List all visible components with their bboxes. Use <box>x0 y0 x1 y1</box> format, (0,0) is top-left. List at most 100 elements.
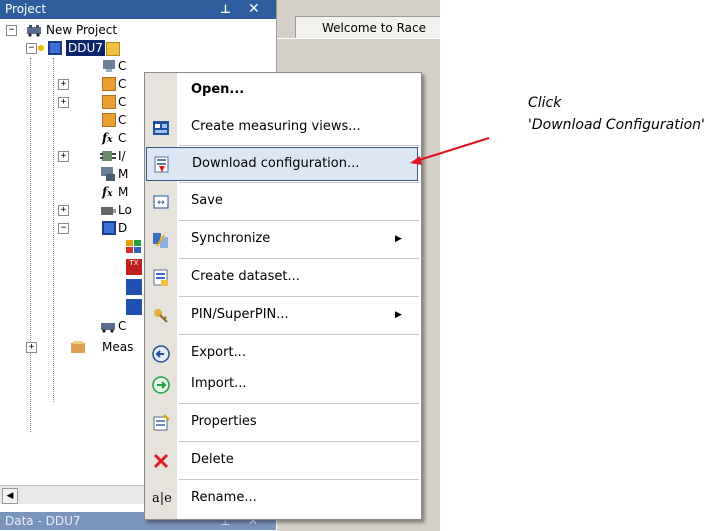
status-dot-icon <box>38 45 44 51</box>
project-pane-title: Project <box>5 2 47 16</box>
tree-guide <box>30 58 31 432</box>
application-window: Project ⊥ ✕ − New Project − DDU7 C + C +… <box>0 0 440 531</box>
annotation-line-2: 'Download Configuration' <box>528 117 705 133</box>
folder-icon <box>102 95 116 109</box>
folder-icon <box>102 113 116 127</box>
export-icon <box>152 345 170 363</box>
function-icon: fx <box>102 185 113 199</box>
menu-item-properties[interactable]: Properties <box>145 405 421 439</box>
folder-icon <box>70 339 85 353</box>
tree-label: M <box>118 185 129 199</box>
menu-item-import[interactable]: Import... <box>145 367 421 401</box>
project-icon <box>26 23 41 37</box>
expand-toggle[interactable]: + <box>58 205 69 216</box>
function-icon: fx <box>102 131 113 145</box>
menu-item-label: Download configuration... <box>192 156 360 171</box>
tree-label: D <box>118 221 128 235</box>
menu-item-label: Save <box>191 193 223 208</box>
menu-item-save[interactable]: ↔ Save <box>145 184 421 218</box>
menu-separator <box>179 479 419 480</box>
expand-toggle[interactable]: + <box>58 151 69 162</box>
menu-item-label: Open... <box>191 82 245 97</box>
tx-icon: TX <box>126 259 142 275</box>
menu-separator <box>179 403 419 404</box>
tree-guide <box>53 58 54 402</box>
menu-item-download-configuration[interactable]: Download configuration... <box>146 147 418 181</box>
project-pane-header: Project ⊥ ✕ <box>0 0 276 19</box>
import-icon <box>152 376 170 394</box>
menu-item-open[interactable]: Open... <box>145 73 421 107</box>
measure-icon <box>100 166 115 181</box>
scroll-left-icon[interactable]: ◀ <box>2 488 18 504</box>
gear-icon <box>100 319 115 333</box>
menu-item-label: Import... <box>191 376 247 391</box>
menu-item-export[interactable]: Export... <box>145 336 421 370</box>
menu-item-pin-superpin[interactable]: PIN/SuperPIN... ▶ <box>145 298 421 332</box>
properties-icon <box>152 414 170 432</box>
blue-icon <box>126 299 142 315</box>
expand-toggle[interactable]: + <box>26 342 37 353</box>
annotation-arrow <box>410 137 490 165</box>
tab-label: Welcome to Race <box>322 21 426 35</box>
folder-icon <box>102 77 116 91</box>
menu-item-rename[interactable]: a|e Rename... <box>145 481 421 515</box>
menu-separator <box>179 296 419 297</box>
expand-toggle[interactable]: + <box>58 79 69 90</box>
context-menu: Open... Create measuring views... Downlo… <box>144 72 422 520</box>
tab-welcome[interactable]: Welcome to Race <box>295 16 440 38</box>
menu-separator <box>179 334 419 335</box>
tree-label: C <box>118 95 127 109</box>
rename-icon: a|e <box>152 491 172 506</box>
colorful-icon <box>126 240 141 254</box>
folder-icon <box>106 42 120 56</box>
close-icon[interactable]: ✕ <box>248 0 260 19</box>
svg-text:↔: ↔ <box>157 198 165 208</box>
menu-separator <box>179 220 419 221</box>
tree-label: Meas <box>102 340 134 354</box>
document-tabstrip: Welcome to Race <box>277 0 440 38</box>
menu-item-delete[interactable]: Delete <box>145 443 421 477</box>
tree-label: C <box>118 59 127 73</box>
menu-item-label: PIN/SuperPIN... <box>191 307 289 322</box>
collapse-toggle[interactable]: − <box>6 25 17 36</box>
annotation-text: Click 'Download Configuration' <box>528 92 705 136</box>
delete-icon <box>152 452 170 470</box>
tree-label: C <box>118 131 127 145</box>
save-icon: ↔ <box>152 193 170 211</box>
logger-icon <box>100 204 116 218</box>
menu-separator <box>179 182 419 183</box>
views-icon <box>152 119 170 137</box>
menu-item-label: Delete <box>191 452 234 467</box>
menu-separator <box>179 441 419 442</box>
data-pane-title: Data - DDU7 <box>5 514 81 528</box>
sync-icon <box>152 231 170 249</box>
pin-icon[interactable]: ⊥ <box>220 0 231 19</box>
device-icon <box>48 41 62 55</box>
download-icon <box>153 156 171 174</box>
tree-label: C <box>118 319 127 333</box>
tree-label-selected: DDU7 <box>66 40 105 56</box>
key-icon <box>152 307 170 325</box>
tree-label: C <box>118 113 127 127</box>
submenu-arrow-icon: ▶ <box>395 310 402 320</box>
menu-item-label: Synchronize <box>191 231 271 246</box>
tree-label-root: New Project <box>46 23 118 37</box>
menu-item-label: Create measuring views... <box>191 119 361 134</box>
tree-label: Lo <box>118 203 132 217</box>
display-icon <box>102 221 116 235</box>
menu-item-label: Rename... <box>191 490 257 505</box>
menu-separator <box>179 145 419 146</box>
dataset-icon <box>152 269 170 287</box>
menu-item-label: Properties <box>191 414 257 429</box>
tree-label: M <box>118 167 129 181</box>
menu-item-create-measuring-views[interactable]: Create measuring views... <box>145 110 421 144</box>
menu-separator <box>179 258 419 259</box>
menu-item-create-dataset[interactable]: Create dataset... <box>145 260 421 294</box>
expand-toggle[interactable]: + <box>58 97 69 108</box>
menu-item-label: Create dataset... <box>191 269 300 284</box>
collapse-toggle[interactable]: − <box>58 223 69 234</box>
submenu-arrow-icon: ▶ <box>395 234 402 244</box>
collapse-toggle[interactable]: − <box>26 43 37 54</box>
annotation-line-1: Click <box>528 95 562 111</box>
menu-item-synchronize[interactable]: Synchronize ▶ <box>145 222 421 256</box>
